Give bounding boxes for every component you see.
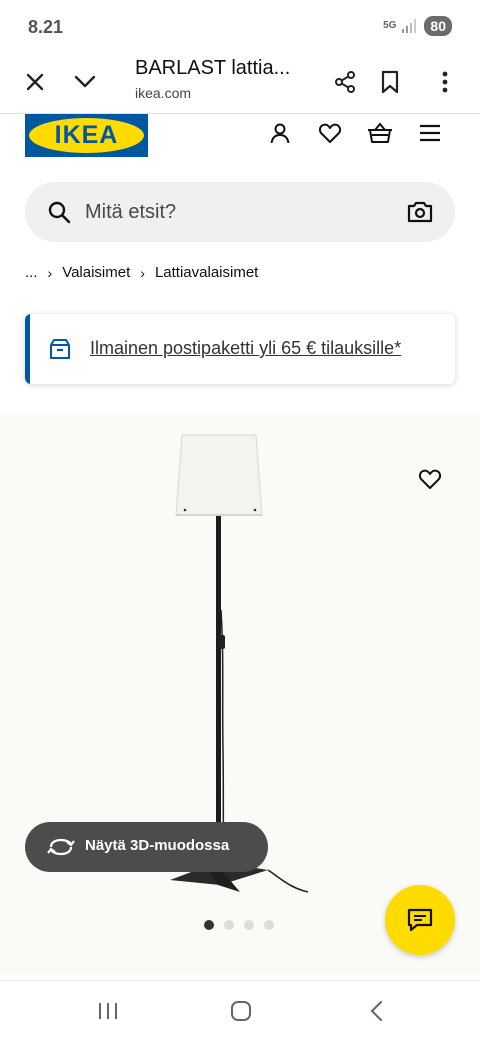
pagination-dot[interactable] — [264, 920, 274, 930]
bookmark-button[interactable] — [370, 62, 410, 102]
chevron-right-icon: › — [140, 264, 145, 281]
breadcrumb-ellipsis[interactable]: ... — [25, 264, 38, 281]
share-button[interactable] — [325, 62, 365, 102]
breadcrumb-item-valaisimet[interactable]: Valaisimet — [62, 264, 130, 281]
bookmark-icon — [381, 70, 399, 94]
cart-button[interactable] — [365, 118, 395, 148]
search-icon — [48, 201, 71, 224]
ikea-logo[interactable]: IKEA — [25, 114, 148, 157]
breadcrumb: ... › Valaisimet › Lattiavalaisimet — [25, 264, 258, 281]
product-image-gallery[interactable]: Näytä 3D-muodossa — [0, 415, 480, 975]
close-tab-button[interactable] — [15, 62, 55, 102]
free-shipping-banner[interactable]: Ilmainen postipaketti yli 65 € tilauksil… — [25, 314, 455, 384]
hamburger-menu-icon — [420, 124, 440, 142]
pagination-dot[interactable] — [204, 920, 214, 930]
battery-badge: 80 — [424, 16, 452, 36]
camera-search-icon[interactable] — [407, 200, 433, 224]
view-3d-button[interactable]: Näytä 3D-muodossa — [25, 822, 268, 872]
more-vertical-icon — [442, 71, 448, 93]
view-3d-label: Näytä 3D-muodossa — [85, 837, 230, 854]
back-chevron-icon — [370, 1001, 382, 1021]
chevron-down-icon — [74, 75, 96, 88]
favourites-button[interactable] — [315, 118, 345, 148]
site-header: IKEA — [0, 114, 480, 170]
pagination-dot[interactable] — [224, 920, 234, 930]
status-bar: 8.21 5G 80 — [0, 0, 480, 52]
signal-icon — [402, 19, 417, 33]
status-indicators: 5G 80 — [383, 16, 452, 36]
recent-apps-icon — [99, 1003, 117, 1019]
heart-icon — [418, 469, 442, 489]
home-icon — [231, 1001, 251, 1021]
shopping-basket-icon — [368, 122, 392, 143]
chat-bubble-icon — [407, 908, 433, 932]
pagination-dot[interactable] — [244, 920, 254, 930]
chevron-right-icon: › — [47, 264, 53, 281]
back-button[interactable] — [356, 995, 396, 1027]
collapse-button[interactable] — [65, 62, 105, 102]
system-navigation-bar — [0, 980, 480, 1040]
page-url[interactable]: ikea.com — [135, 85, 191, 101]
add-to-favourites-button[interactable] — [410, 459, 450, 499]
rotate-3d-icon — [47, 838, 75, 856]
page-title[interactable]: BARLAST lattia... — [135, 57, 290, 80]
banner-accent-stripe — [25, 314, 30, 384]
browser-toolbar: BARLAST lattia... ikea.com — [0, 52, 480, 114]
menu-button[interactable] — [415, 118, 445, 148]
breadcrumb-item-lattiavalaisimet[interactable]: Lattiavalaisimet — [155, 264, 258, 281]
search-input[interactable]: Mitä etsit? — [85, 201, 176, 224]
banner-link[interactable]: Ilmainen postipaketti yli 65 € tilauksil… — [90, 338, 401, 359]
profile-button[interactable] — [265, 118, 295, 148]
search-bar[interactable]: Mitä etsit? — [25, 182, 455, 242]
status-time: 8.21 — [28, 17, 64, 37]
close-icon — [26, 73, 44, 91]
delivery-box-icon — [50, 339, 70, 359]
image-pagination-dots — [204, 920, 274, 930]
chat-button[interactable] — [385, 885, 455, 955]
profile-icon — [270, 123, 290, 144]
more-options-button[interactable] — [425, 62, 465, 102]
heart-icon — [318, 123, 342, 143]
recent-apps-button[interactable] — [88, 995, 128, 1027]
network-type-label: 5G — [383, 20, 397, 31]
home-button[interactable] — [221, 995, 261, 1027]
share-icon — [335, 71, 355, 93]
logo-text: IKEA — [54, 121, 119, 149]
